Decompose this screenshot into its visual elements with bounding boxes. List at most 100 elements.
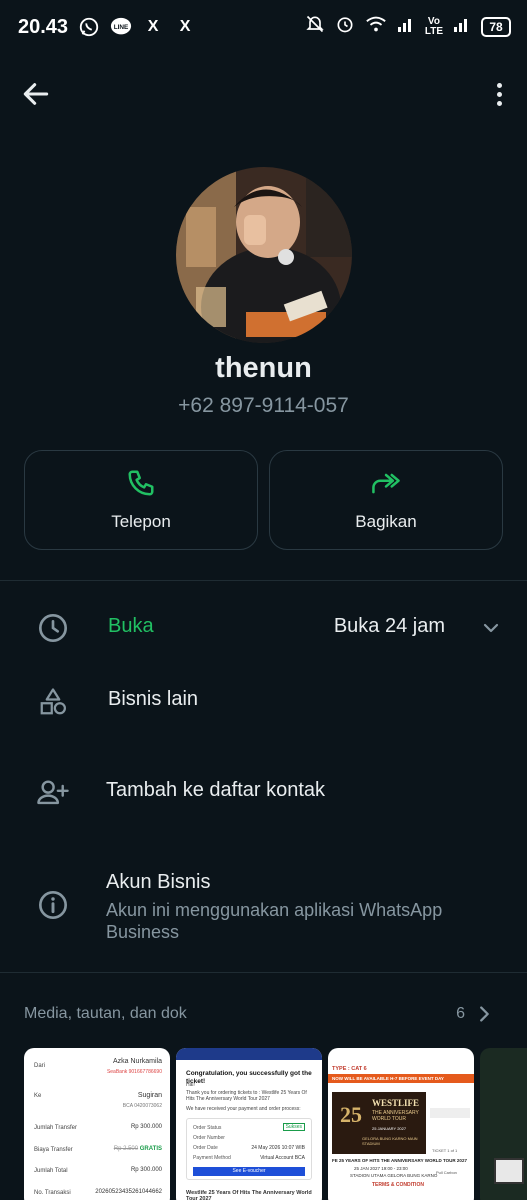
ticket-terms: TERMS & CONDITION: [372, 1182, 424, 1188]
media-count: 6: [456, 1005, 465, 1022]
add-person-icon: [36, 775, 70, 809]
line-icon-label: LINE: [114, 24, 129, 31]
hours-value: Buka 24 jam: [333, 615, 445, 637]
receipt-transaction-label: No. Transaksi: [34, 1190, 71, 1196]
line-icon: LINE: [110, 16, 132, 38]
more-options-button[interactable]: [491, 78, 507, 110]
email-footer: Westlife 25 Years Of Hits The Anniversar…: [186, 1190, 312, 1200]
ticket-availability: NOW WILL BE AVAILABLE H-7 BEFORE EVENT D…: [332, 1076, 444, 1081]
ticket-datetime: 25 JAN 2027 19:00 - 23:00: [354, 1166, 408, 1171]
poster-venue: GELORA BUNG KARNO MAIN STADIUM: [362, 1136, 418, 1146]
business-account-description: Akun ini menggunakan aplikasi WhatsApp B…: [106, 900, 443, 942]
mute-icon: [305, 14, 325, 39]
receipt-fee-label: Biaya Transfer: [34, 1147, 73, 1153]
receipt-fee-value: Rp 2.500 GRATIS: [114, 1146, 162, 1152]
back-button[interactable]: [20, 78, 52, 110]
receipt-transfer-value: Rp 300.000: [130, 1124, 162, 1130]
x-icon: X: [147, 18, 159, 35]
battery-icon: 78: [481, 16, 511, 37]
dot: [496, 100, 502, 106]
share-label: Bagikan: [355, 512, 417, 531]
order-status-badge: Sukses: [282, 1123, 305, 1131]
ticket-type: TYPE : CAT 6: [332, 1066, 367, 1072]
media-thumbnail-receipt[interactable]: Dari Azka Nurkamila SeaBank 901667786690…: [24, 1048, 170, 1200]
divider: [0, 972, 527, 973]
chevron-down-icon[interactable]: [479, 616, 503, 640]
media-title: Media, tautan, dan dok: [24, 1005, 187, 1022]
info-icon: [36, 888, 70, 922]
receipt-from-label: Dari: [34, 1063, 46, 1069]
media-thumbnail-eticket[interactable]: TYPE : CAT 6 NOW WILL BE AVAILABLE H-7 B…: [328, 1048, 474, 1200]
add-contact-label: Tambah ke daftar kontak: [106, 779, 326, 801]
see-evoucher-button: See E-voucher: [193, 1167, 305, 1176]
signal-icon: [397, 15, 415, 38]
system-indicators: Vo LTE 78: [305, 14, 511, 39]
payment-method-label: Payment Method: [193, 1155, 231, 1161]
receipt-fee-old: Rp 2.500: [113, 1146, 139, 1152]
ticket-venue: STADION UTAMA GELORA BUNG KARNO: [350, 1173, 438, 1178]
receipt-to-account: BCA 0420073062: [122, 1103, 162, 1109]
network-lte: LTE: [424, 25, 443, 37]
westlife-poster: 25 WESTLIFE THE ANNIVERSARY WORLD TOUR 2…: [332, 1092, 426, 1154]
clock-icon: [36, 611, 70, 645]
forward-icon: [372, 473, 400, 494]
share-button[interactable]: Bagikan: [269, 450, 503, 550]
media-thumbnail-ticket-email[interactable]: Congratulation, you successfully got the…: [176, 1048, 322, 1200]
order-detail-box: Order Status Sukses Order Number Order D…: [186, 1118, 312, 1180]
poster-subtitle: THE ANNIVERSARY WORLD TOUR: [372, 1110, 419, 1122]
phone-icon: [128, 470, 154, 496]
chevron-right-icon: [473, 1003, 495, 1025]
ticket-availability-bar: NOW WILL BE AVAILABLE H-7 BEFORE EVENT D…: [328, 1074, 474, 1083]
payment-method-value: Virtual Account BCA: [260, 1155, 305, 1161]
receipt-to-label: Ke: [34, 1093, 42, 1099]
signal-icon: [453, 15, 471, 38]
receipt-total-value: Rp 300.000: [130, 1167, 162, 1173]
other-business-label: Bisnis lain: [108, 688, 199, 710]
dot: [496, 82, 502, 88]
status-bar: 20.43 LINE X X Vo LTE 78: [0, 0, 527, 54]
receipt-transfer-label: Jumlah Transfer: [34, 1125, 78, 1131]
profile-photo[interactable]: [176, 167, 352, 343]
alarm-icon: [335, 14, 355, 39]
dot: [496, 91, 502, 97]
receipt-fee-free: GRATIS: [139, 1146, 162, 1152]
order-date-value: 24 May 2026 10:07 WIB: [251, 1145, 305, 1151]
order-date-label: Order Date: [193, 1145, 218, 1151]
business-account-title: Akun Bisnis: [106, 871, 211, 893]
receipt-transaction-value: 20260523435261044662: [95, 1189, 162, 1195]
ticket-count: TICKET 1 of 1: [432, 1148, 458, 1153]
contact-phone: +62 897-9114-057: [178, 394, 349, 417]
qr-code-fragment: [494, 1158, 524, 1184]
ticket-barcode: [430, 1108, 470, 1118]
email-congrats: Congratulation, you successfully got the…: [186, 1070, 312, 1085]
order-number-label: Order Number: [193, 1135, 225, 1141]
notification-icons: LINE X X: [78, 16, 196, 38]
shapes-icon: [36, 685, 70, 719]
whatsapp-icon: [78, 16, 100, 38]
email-greeting: Hai!: [186, 1082, 195, 1088]
email-body-2: We have received your payment and order …: [186, 1106, 301, 1112]
receipt-to-name: Sugiran: [137, 1092, 162, 1099]
arrow-back-icon: [23, 83, 49, 105]
wifi-icon: [365, 14, 387, 39]
poster-number: 25: [340, 1102, 362, 1127]
ticket-side-label: Pull Carbon: [436, 1170, 457, 1175]
email-body: Thank you for ordering tickets to : West…: [186, 1090, 307, 1102]
poster-date: 25 JANUARY 2027: [372, 1126, 407, 1131]
email-header-bar: [176, 1048, 322, 1060]
hours-status: Buka: [108, 615, 154, 637]
receipt-from-name: Azka Nurkamila: [112, 1058, 162, 1065]
order-status-label: Order Status: [193, 1125, 222, 1131]
network-type: Vo LTE: [424, 16, 443, 37]
divider: [0, 580, 527, 581]
status-time: 20.43: [18, 15, 69, 38]
ticket-description: FE 25 YEARS OF HITS THE ANNIVERSARY WORL…: [332, 1158, 467, 1163]
poster-title: WESTLIFE: [372, 1098, 420, 1108]
app-bar: [0, 70, 527, 118]
contact-name: thenun: [215, 352, 312, 384]
receipt-total-label: Jumlah Total: [34, 1168, 68, 1174]
x-icon: X: [179, 18, 191, 35]
call-button[interactable]: Telepon: [24, 450, 258, 550]
media-thumbnail-partial[interactable]: [480, 1048, 527, 1200]
receipt-from-account: SeaBank 901667786690: [106, 1069, 162, 1075]
